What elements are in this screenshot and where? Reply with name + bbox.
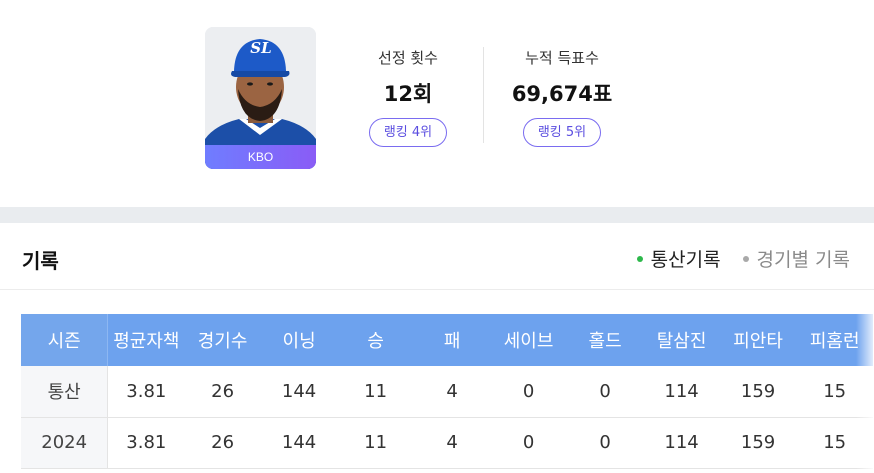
- vote-total-block: 누적 득표수 69,674표 랭킹 5위: [492, 48, 632, 147]
- vote-total-value: 69,674표: [511, 82, 613, 106]
- selection-rank-badge[interactable]: 랭킹 4위: [368, 118, 448, 147]
- table-cell: 11: [337, 417, 414, 469]
- section-divider: [0, 207, 874, 223]
- tab-game-records[interactable]: 경기별 기록: [742, 245, 850, 272]
- league-badge: KBO: [205, 145, 316, 169]
- column-header: 경기수: [184, 314, 261, 366]
- table-cell: 11: [337, 366, 414, 418]
- table-header-row: 시즌 평균자책 경기수 이닝 승 패 세이브 홀드 탈삼진 피안타 피홈런: [21, 314, 873, 366]
- table-cell: 159: [719, 417, 797, 469]
- records-tabs: 통산기록 경기별 기록: [636, 245, 850, 272]
- table-cell: 0: [490, 366, 567, 418]
- column-header: 피홈런: [796, 314, 873, 366]
- column-header: 세이브: [490, 314, 567, 366]
- table-cell: 144: [260, 417, 338, 469]
- table-cell: 114: [643, 417, 720, 469]
- table-cell: 0: [566, 366, 644, 418]
- records-title: 기록: [22, 249, 59, 273]
- selection-count-label: 선정 횟수: [378, 49, 438, 67]
- table-cell: 26: [184, 366, 261, 418]
- records-table-scroll[interactable]: 시즌 평균자책 경기수 이닝 승 패 세이브 홀드 탈삼진 피안타 피홈런 통산…: [21, 314, 874, 473]
- table-cell: 4: [413, 417, 491, 469]
- table-cell-season: 통산: [21, 366, 109, 418]
- player-photo-card[interactable]: SL KBO: [205, 27, 316, 169]
- table-cell-season: 2024: [21, 417, 109, 469]
- team-logo: SL: [250, 39, 272, 57]
- column-header: 피안타: [719, 314, 797, 366]
- table-cell: 144: [260, 366, 338, 418]
- tab-game-records-label: 경기별 기록: [756, 249, 850, 271]
- table-cell: 0: [566, 417, 644, 469]
- records-table: 시즌 평균자책 경기수 이닝 승 패 세이브 홀드 탈삼진 피안타 피홈런 통산…: [21, 314, 873, 469]
- column-header: 시즌: [21, 314, 109, 366]
- vote-total-label: 누적 득표수: [525, 49, 599, 67]
- stat-divider: [483, 47, 484, 143]
- active-dot-icon: [636, 255, 643, 262]
- table-cell: 15: [796, 366, 873, 418]
- table-cell: 15: [796, 417, 873, 469]
- vote-rank-badge[interactable]: 랭킹 5위: [522, 118, 602, 147]
- column-header: 평균자책: [107, 314, 185, 366]
- tab-career-records-label: 통산기록: [650, 249, 721, 271]
- selection-count-value: 12회: [383, 82, 433, 106]
- table-cell: 4: [413, 366, 491, 418]
- column-header: 탈삼진: [643, 314, 720, 366]
- table-row: 2024 3.81 26 144 11 4 0 0 114 159 15: [21, 417, 873, 469]
- table-cell: 0: [490, 417, 567, 469]
- tab-career-records[interactable]: 통산기록: [636, 245, 721, 272]
- table-cell: 26: [184, 417, 261, 469]
- column-header: 패: [413, 314, 491, 366]
- column-header: 이닝: [260, 314, 338, 366]
- records-header: 기록 통산기록 경기별 기록: [0, 223, 874, 290]
- player-profile: SL KBO 선정 횟수 12회 랭킹 4위 누적 득표수 69,674표 랭킹…: [0, 0, 874, 207]
- column-header: 홀드: [566, 314, 644, 366]
- selection-count-block: 선정 횟수 12회 랭킹 4위: [338, 48, 478, 147]
- table-row: 통산 3.81 26 144 11 4 0 0 114 159 15: [21, 366, 873, 418]
- column-header: 승: [337, 314, 414, 366]
- table-cell: 3.81: [107, 417, 185, 469]
- inactive-dot-icon: [742, 255, 749, 262]
- table-cell: 3.81: [107, 366, 185, 418]
- table-cell: 159: [719, 366, 797, 418]
- table-cell: 114: [643, 366, 720, 418]
